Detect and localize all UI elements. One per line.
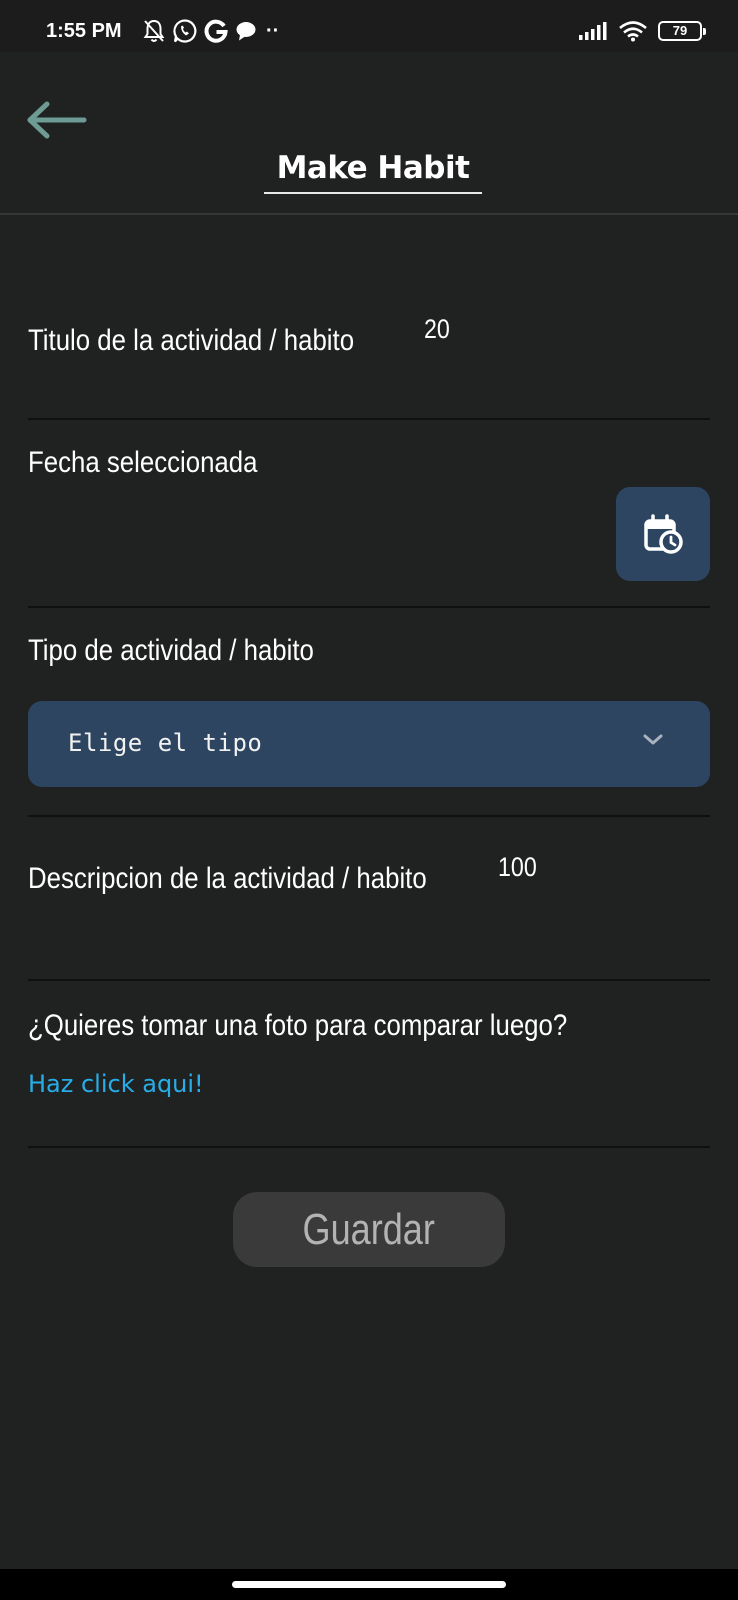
description-char-counter: 100 bbox=[498, 852, 537, 882]
status-time: 1:55 PM bbox=[46, 20, 122, 42]
status-bar: 1:55 PM ·· 79 bbox=[0, 0, 738, 52]
select-date-button[interactable] bbox=[616, 487, 710, 581]
wifi-icon bbox=[619, 21, 647, 42]
save-button-label: Guardar bbox=[302, 1204, 436, 1254]
description-field-label: Descripcion de la actividad / habito bbox=[28, 862, 427, 895]
google-icon bbox=[204, 19, 228, 43]
chevron-down-icon bbox=[643, 734, 663, 745]
more-notifications-indicator: ·· bbox=[266, 19, 280, 42]
battery-level: 79 bbox=[672, 23, 688, 38]
date-field-label: Fecha seleccionada bbox=[28, 446, 258, 479]
divider bbox=[28, 606, 710, 608]
divider bbox=[28, 1146, 710, 1148]
status-right: 79 bbox=[578, 20, 706, 42]
chat-bubble-icon bbox=[236, 22, 256, 41]
bell-off-icon bbox=[143, 19, 165, 42]
notification-icons: ·· bbox=[142, 18, 279, 44]
arrow-left-icon bbox=[27, 101, 87, 139]
whatsapp-icon bbox=[173, 19, 197, 43]
divider bbox=[28, 418, 710, 420]
photo-question: ¿Quieres tomar una foto para comparar lu… bbox=[28, 1009, 568, 1042]
take-photo-link[interactable]: Haz click aqui! bbox=[28, 1070, 204, 1098]
type-field-label: Tipo de actividad / habito bbox=[28, 634, 314, 667]
home-indicator[interactable] bbox=[232, 1581, 506, 1588]
back-button[interactable] bbox=[24, 98, 90, 142]
battery-indicator: 79 bbox=[658, 21, 706, 41]
divider bbox=[28, 815, 710, 817]
signal-icon bbox=[579, 22, 607, 40]
divider bbox=[28, 979, 710, 981]
select-value: Elige el tipo bbox=[68, 729, 263, 757]
navigation-bar bbox=[0, 1569, 738, 1600]
calendar-clock-icon bbox=[644, 514, 683, 554]
title-field-label: Titulo de la actividad / habito bbox=[28, 324, 355, 357]
title-char-counter: 20 bbox=[424, 314, 450, 344]
save-button[interactable]: Guardar bbox=[233, 1192, 505, 1267]
activity-type-select[interactable]: Elige el tipo bbox=[28, 701, 710, 787]
page-title: Make Habit bbox=[264, 150, 482, 194]
